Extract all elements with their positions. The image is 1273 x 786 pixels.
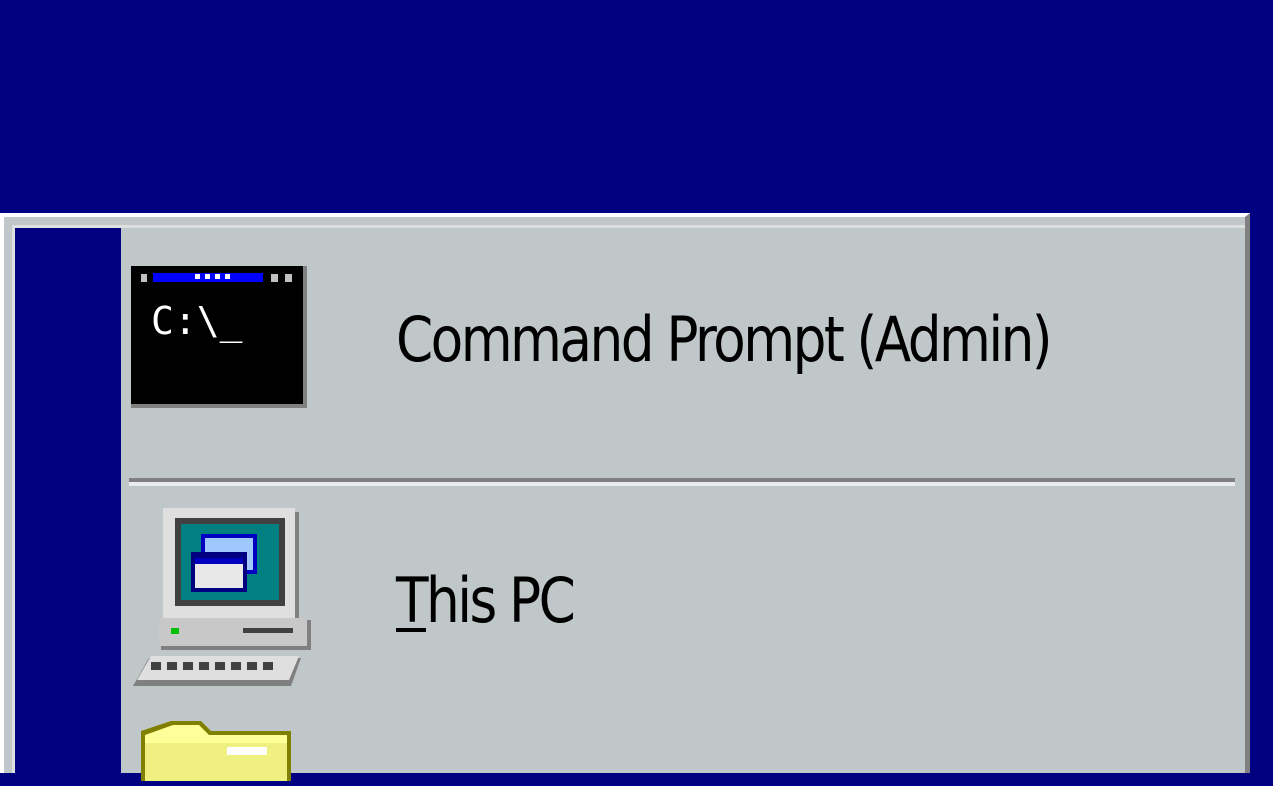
computer-icon [131, 507, 311, 693]
desktop-background: C:\_ Command Prompt (Admin) This PC [0, 0, 1273, 783]
menu-item-label-rest: his PC [425, 563, 576, 637]
accelerator-key: T [396, 563, 429, 637]
menu-separator [129, 478, 1235, 486]
command-prompt-icon-text: C:\_ [151, 299, 243, 344]
menu-item-command-prompt-admin[interactable]: C:\_ Command Prompt (Admin) [121, 264, 1235, 414]
menu-item-this-pc[interactable]: This PC [121, 507, 1235, 693]
start-menu-side-banner [15, 228, 121, 773]
folder-icon [131, 720, 301, 786]
start-menu: C:\_ Command Prompt (Admin) This PC [0, 213, 1250, 783]
start-menu-inner: C:\_ Command Prompt (Admin) This PC [12, 225, 1245, 783]
command-prompt-icon: C:\_ [131, 265, 307, 413]
menu-item-folder[interactable] [121, 720, 1235, 786]
menu-item-label: Command Prompt (Admin) [396, 302, 1053, 376]
menu-item-label: This PC [396, 563, 576, 637]
